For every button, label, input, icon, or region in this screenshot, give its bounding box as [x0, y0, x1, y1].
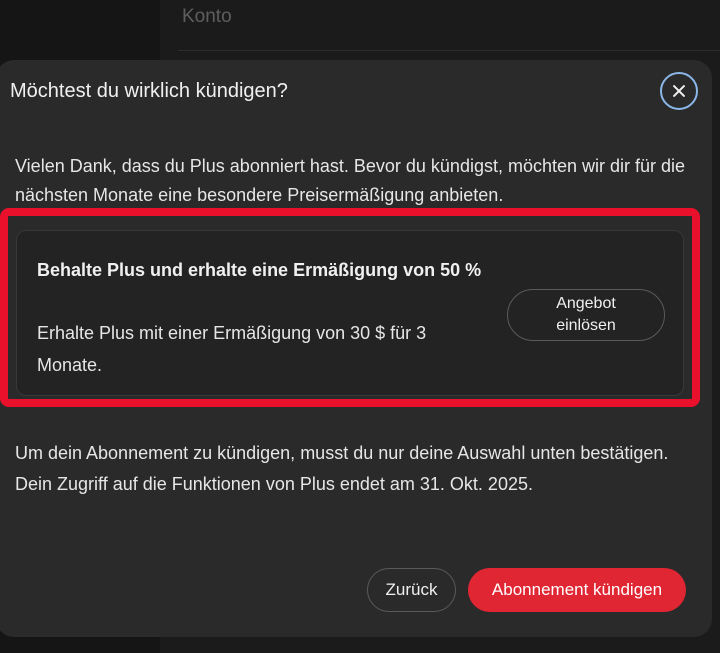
- close-button[interactable]: [660, 72, 698, 110]
- close-icon: [672, 84, 686, 98]
- redeem-offer-button[interactable]: Angebot einlösen: [507, 289, 665, 341]
- offer-title: Behalte Plus und erhalte eine Ermäßigung…: [37, 260, 482, 280]
- background-divider: [178, 50, 720, 51]
- cancel-subscription-dialog: Möchtest du wirklich kündigen? Vielen Da…: [0, 60, 712, 637]
- cancel-subscription-button[interactable]: Abonnement kündigen: [468, 568, 686, 612]
- cancel-info-text: Um dein Abonnement zu kündigen, musst du…: [15, 443, 669, 494]
- dialog-title: Möchtest du wirklich kündigen?: [10, 80, 288, 102]
- background-section-title: Konto: [182, 6, 232, 27]
- offer-description: Erhalte Plus mit einer Ermäßigung von 30…: [37, 323, 427, 375]
- intro-text: Vielen Dank, dass du Plus abonniert hast…: [15, 156, 686, 205]
- back-button[interactable]: Zurück: [367, 568, 456, 612]
- offer-card: Behalte Plus und erhalte eine Ermäßigung…: [16, 230, 684, 396]
